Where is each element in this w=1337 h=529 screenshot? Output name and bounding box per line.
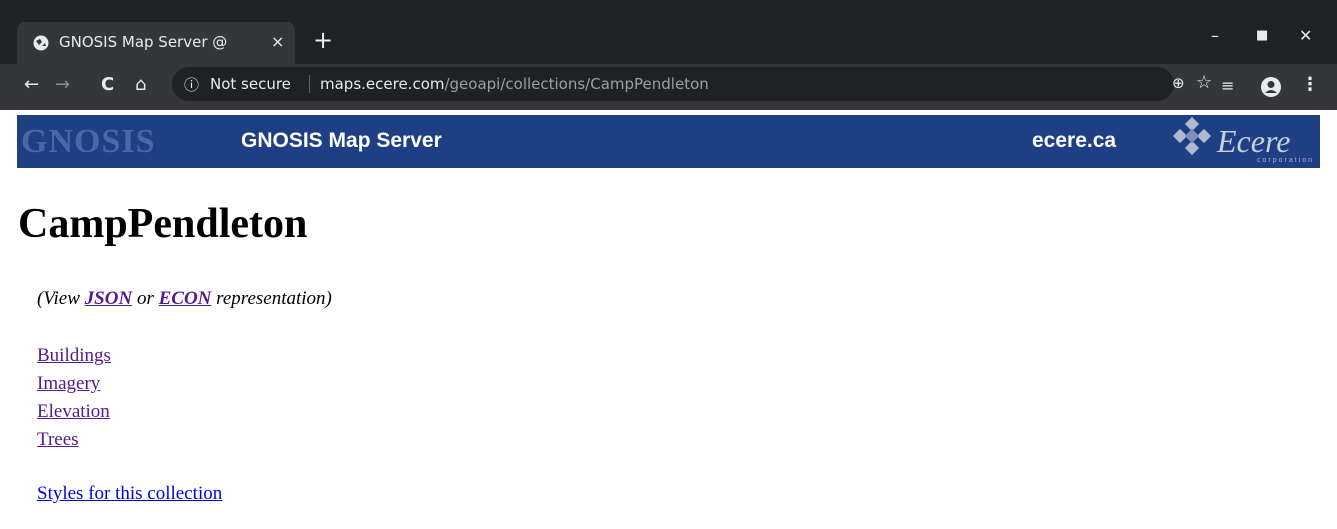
address-separator [309,75,310,93]
page-title: CampPendleton [18,201,308,247]
tab-title: GNOSIS Map Server @ [59,33,228,51]
star-icon[interactable]: ☆ [1196,72,1212,93]
close-window-button[interactable]: ✕ [1299,26,1312,45]
browser-chrome: GNOSIS Map Server @ × + – ■ ✕ ← → C ⌂ ⓘ … [0,0,1337,110]
layer-list: Buildings Imagery Elevation Trees [37,342,111,454]
layer-link-elevation[interactable]: Elevation [37,398,111,426]
url-host: maps.ecere.com [320,75,445,93]
globe-icon [33,35,49,51]
minimize-button[interactable]: – [1211,26,1219,45]
address-bar[interactable]: ⓘ Not secure maps.ecere.com/geoapi/colle… [172,67,1212,101]
close-tab-icon[interactable]: × [271,32,284,51]
browser-toolbar: ← → C ⌂ ⓘ Not secure maps.ecere.com/geoa… [0,64,1337,110]
reload-button[interactable]: C [101,74,114,95]
menu-icon[interactable]: ⋮ [1301,74,1319,95]
zoom-icon[interactable]: ⊕ [1172,74,1185,92]
back-button[interactable]: ← [24,74,39,95]
ecere-emblem-icon [1172,116,1212,156]
banner-site-name: ecere.ca [1032,129,1117,152]
new-tab-button[interactable]: + [313,26,333,54]
home-button[interactable]: ⌂ [135,74,146,95]
representation-links: (View JSON or ECON representation) [37,288,332,310]
repr-suffix: representation) [211,288,332,309]
ecere-logo-word: Ecere [1217,123,1291,159]
econ-link[interactable]: ECON [159,288,212,309]
url-path: /geoapi/collections/CampPendleton [444,75,709,93]
url-text[interactable]: maps.ecere.com/geoapi/collections/CampPe… [320,75,709,93]
layer-link-trees[interactable]: Trees [37,426,111,454]
reading-list-icon[interactable]: ≡ [1221,76,1234,95]
styles-link[interactable]: Styles for this collection [37,483,222,505]
info-icon[interactable]: ⓘ [184,74,199,95]
tab-strip: GNOSIS Map Server @ × + – ■ ✕ [0,0,1337,64]
security-label[interactable]: Not secure [210,75,291,93]
repr-or: or [132,288,159,309]
layer-link-buildings[interactable]: Buildings [37,342,111,370]
ecere-logo-sub: corporation [1257,157,1315,164]
site-banner: GNOSIS GNOSIS Map Server ecere.ca Ecere … [17,115,1320,168]
banner-title: GNOSIS Map Server [241,129,442,152]
repr-prefix: (View [37,288,85,309]
forward-button[interactable]: → [55,74,70,95]
browser-tab[interactable]: GNOSIS Map Server @ × [17,22,295,64]
ecere-logo: Ecere corporation [1167,116,1317,167]
json-link[interactable]: JSON [85,288,133,309]
layer-link-imagery[interactable]: Imagery [37,370,111,398]
profile-icon[interactable] [1261,77,1281,97]
gnosis-logo: GNOSIS [21,123,156,160]
maximize-button[interactable]: ■ [1256,28,1268,43]
